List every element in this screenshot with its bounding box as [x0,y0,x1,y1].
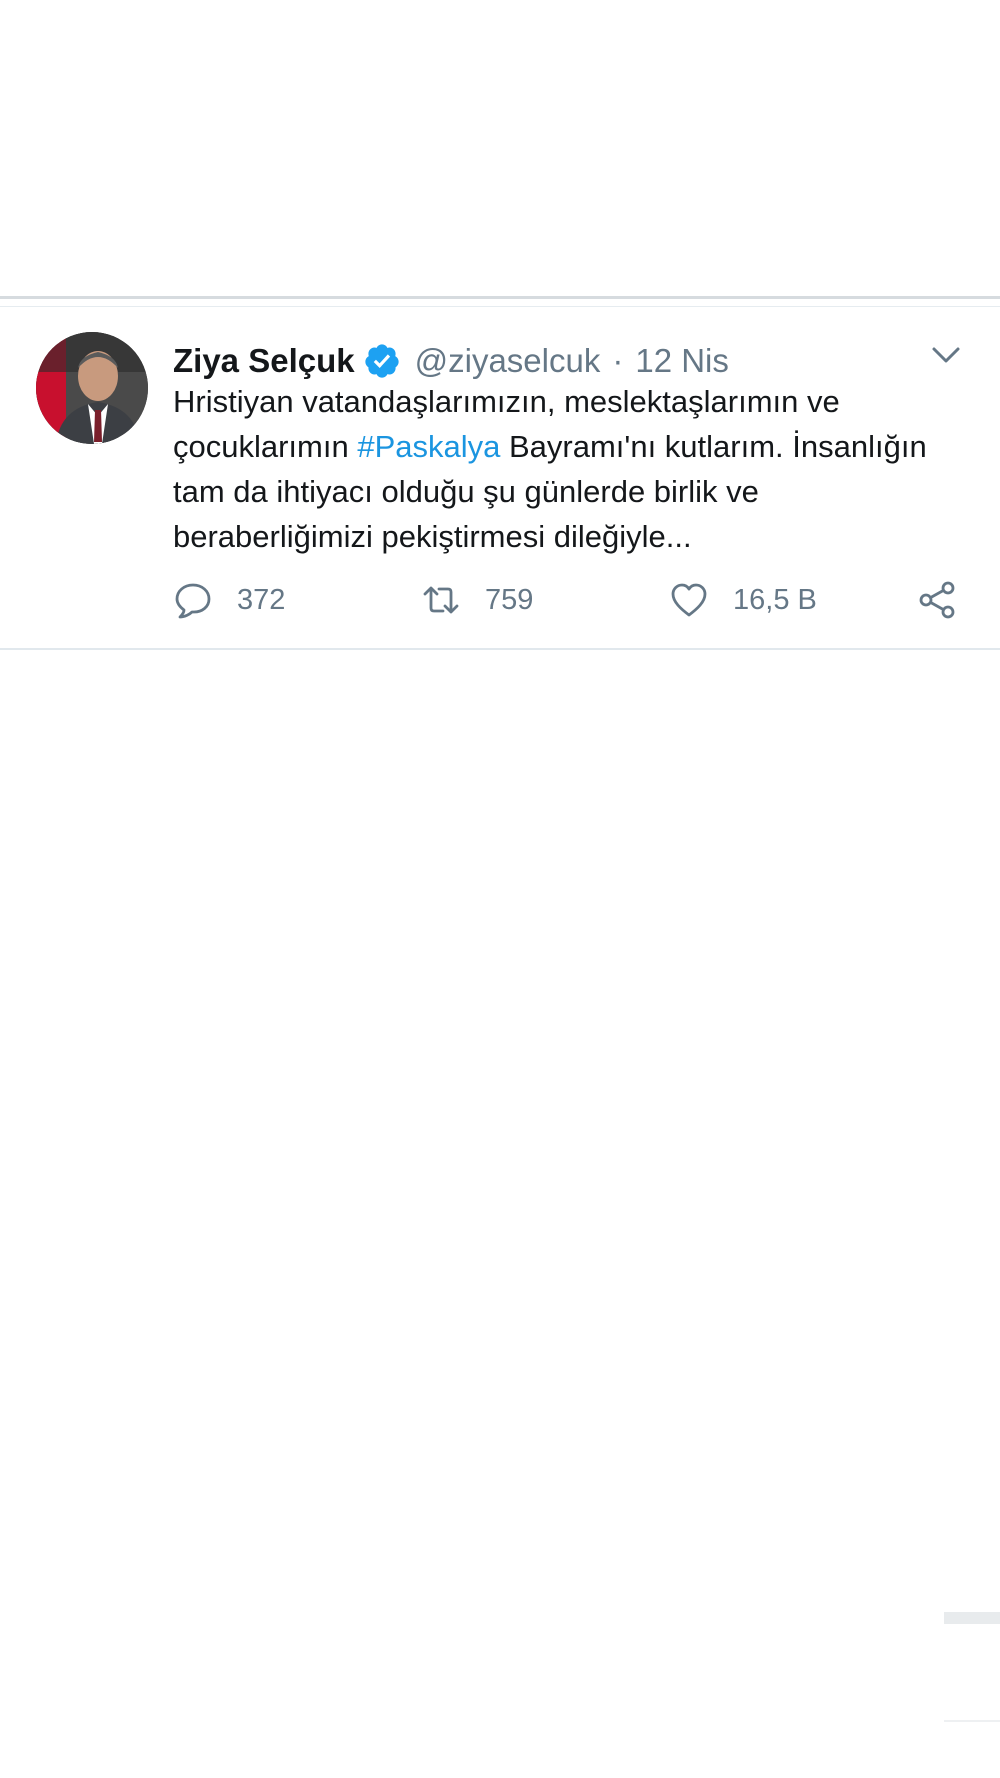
top-divider [0,296,1000,299]
retweet-icon [421,580,461,620]
author-display-name[interactable]: Ziya Selçuk [173,342,355,380]
avatar-photo [36,332,148,444]
reply-count: 372 [237,583,286,616]
edge-artifact-line [944,1720,1000,1722]
tweet-actions: 372 759 16,5 B [173,575,973,625]
tweet-text: Hristiyan vatandaşlarımızın, meslektaşla… [173,379,963,559]
verified-badge-icon [363,342,401,380]
chevron-down-icon[interactable] [926,335,966,375]
share-icon [917,580,957,620]
tweet-bottom-divider [0,648,1000,650]
avatar[interactable] [36,332,148,444]
reply-icon [173,580,213,620]
tweet-date[interactable]: 12 Nis [635,342,729,380]
tweet-card[interactable]: Ziya Selçuk @ziyaselcuk · 12 Nis Hristiy… [0,307,1000,648]
edge-artifact [944,1612,1000,1624]
heart-icon [669,580,709,620]
like-button[interactable]: 16,5 B [669,575,817,625]
reply-button[interactable]: 372 [173,575,285,625]
like-count: 16,5 B [733,583,817,616]
author-handle[interactable]: @ziyaselcuk [415,342,601,380]
share-button[interactable] [917,575,957,625]
retweet-button[interactable]: 759 [421,575,533,625]
retweet-count: 759 [485,583,534,616]
hashtag-link[interactable]: #Paskalya [357,429,500,464]
header-separator: · [612,342,624,379]
